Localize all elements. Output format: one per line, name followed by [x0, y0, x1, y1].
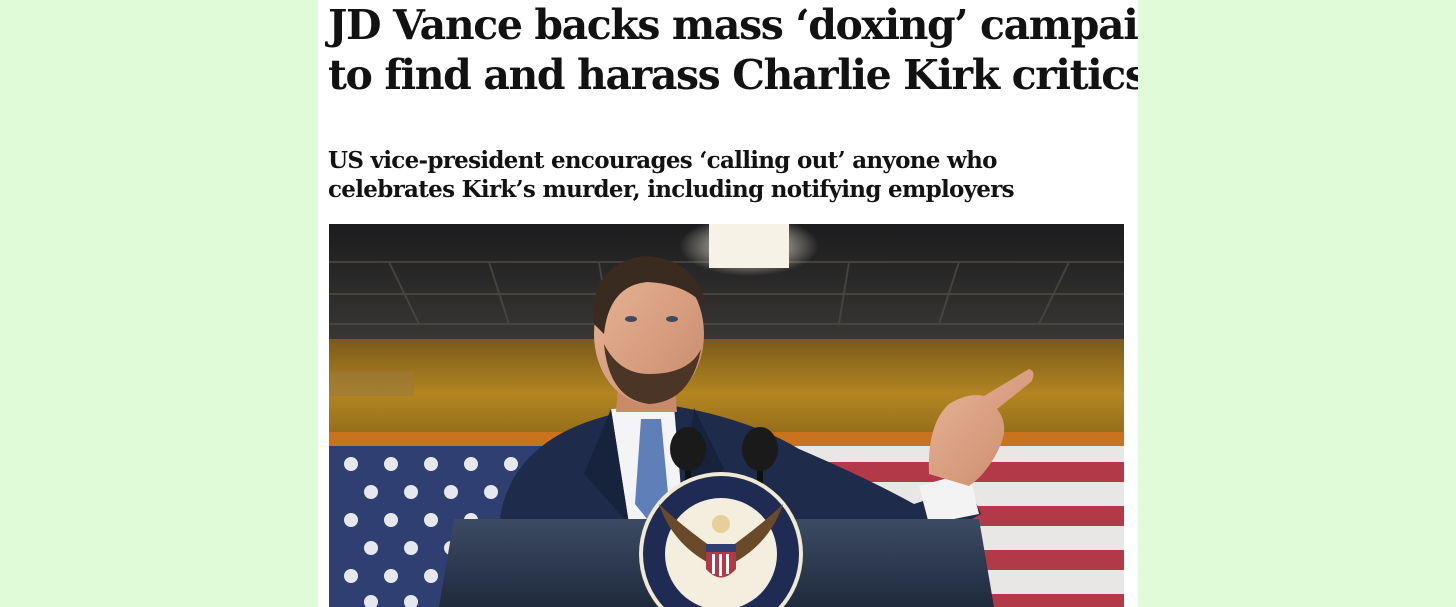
- ceiling-light: [709, 224, 789, 268]
- article-standfirst: US vice-president encourages ‘calling ou…: [328, 146, 1128, 204]
- headline-line-1: JD Vance backs mass ‘doxing’ campaign: [328, 1, 1138, 49]
- standfirst-line-2: celebrates Kirk’s murder, including noti…: [328, 176, 1015, 203]
- article-card: JD Vance backs mass ‘doxing’ campaign to…: [318, 0, 1138, 607]
- article-headline: JD Vance backs mass ‘doxing’ campaign to…: [328, 0, 1138, 100]
- article-photo: [329, 224, 1124, 607]
- headline-line-2: to find and harass Charlie Kirk critics: [328, 51, 1138, 99]
- photo-illustration: [329, 224, 1124, 607]
- standfirst-line-1: US vice-president encourages ‘calling ou…: [328, 147, 997, 174]
